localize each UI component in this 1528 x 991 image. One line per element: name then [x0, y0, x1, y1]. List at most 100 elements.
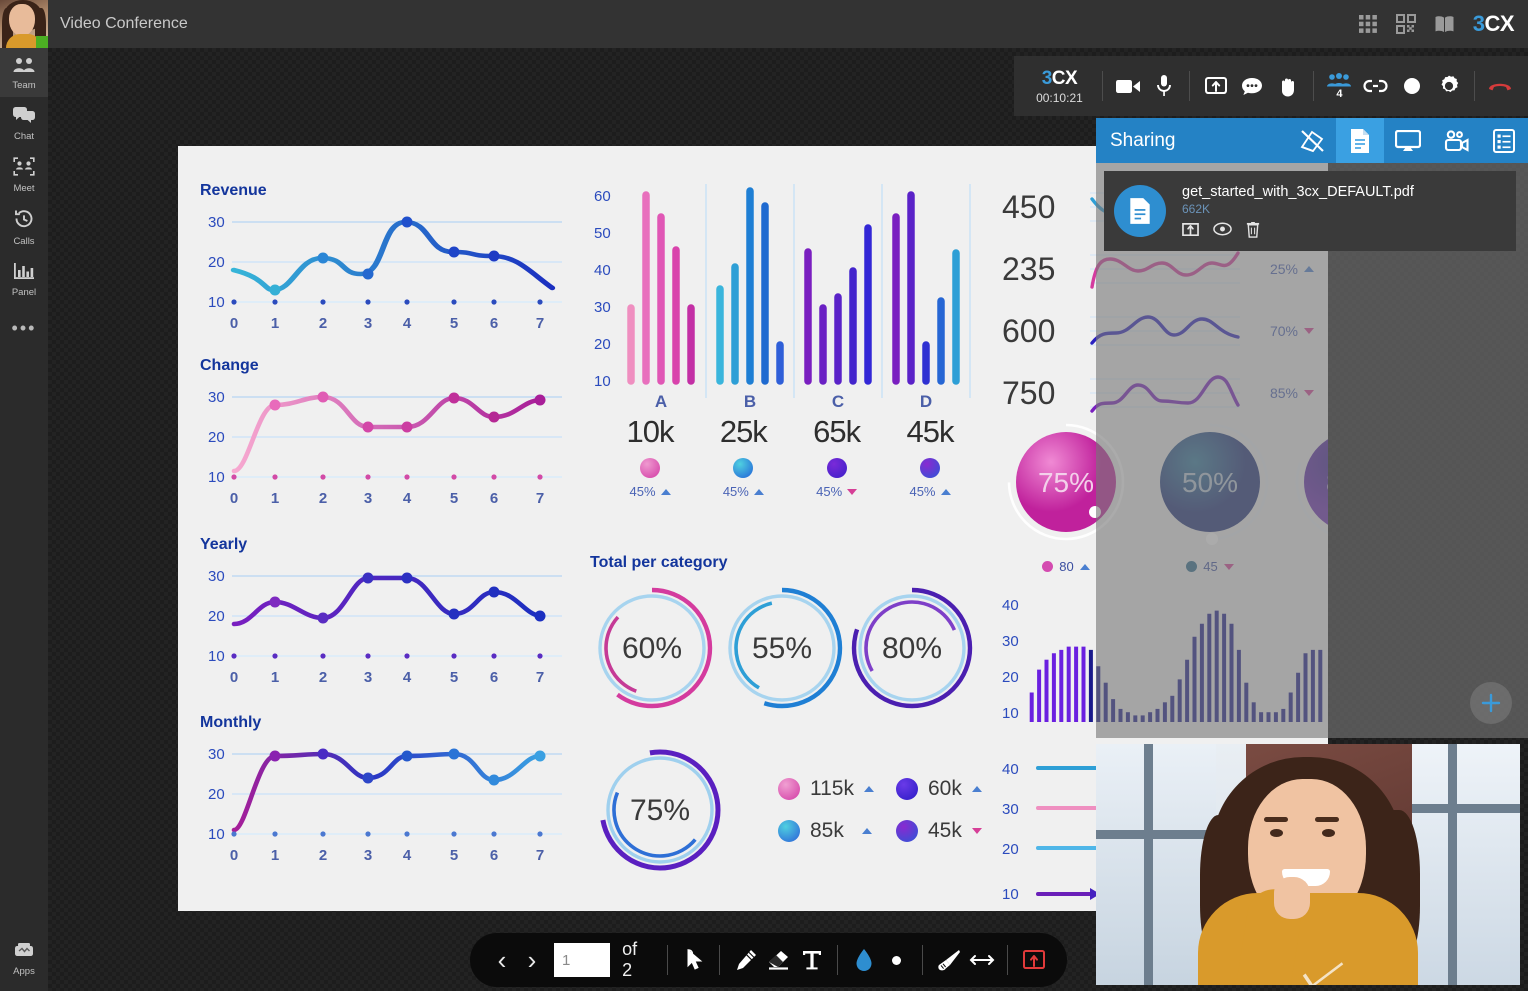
camera-button[interactable]: [1110, 64, 1146, 108]
svg-text:10: 10: [208, 294, 225, 311]
poll-tab[interactable]: [1480, 118, 1528, 163]
left-sidebar: Team Chat Meet: [0, 48, 48, 991]
file-meta: get_started_with_3cx_DEFAULT.pdf 662K: [1182, 184, 1414, 238]
pen-tool[interactable]: [730, 940, 761, 980]
sidebar-item-team[interactable]: Team: [0, 48, 48, 97]
fit-width-tool[interactable]: [966, 940, 997, 980]
kpi-dot: [920, 458, 940, 478]
sidebar-bottom: Apps: [0, 933, 48, 991]
svg-text:30: 30: [1002, 801, 1019, 818]
sharing-header: Sharing: [1096, 118, 1528, 163]
svg-text:20: 20: [208, 608, 225, 625]
brush-tool[interactable]: [933, 940, 964, 980]
svg-text:1: 1: [271, 490, 279, 507]
divider: [719, 945, 720, 975]
kpi-value: 65k: [791, 414, 883, 450]
apps-icon: [13, 942, 35, 964]
legend-dot: [778, 820, 800, 842]
preview-file-button[interactable]: [1213, 222, 1232, 238]
svg-text:6: 6: [490, 490, 498, 507]
panel-icon: [13, 262, 35, 285]
svg-text:2: 2: [319, 847, 327, 864]
kpi-change: 45%: [697, 484, 789, 499]
dot-icon: [892, 956, 901, 965]
trend-up-icon: [941, 489, 951, 495]
svg-text:10: 10: [208, 826, 225, 843]
svg-text:6: 6: [490, 669, 498, 686]
qr-code-icon[interactable]: [1396, 14, 1416, 34]
present-file-button[interactable]: [1182, 222, 1199, 238]
whiteboard-tab[interactable]: [1288, 118, 1336, 163]
prev-page-button[interactable]: ‹: [488, 942, 516, 978]
chart-title: Monthly: [200, 714, 570, 732]
top-bar-actions: 3CX: [1358, 11, 1528, 37]
raise-hand-button[interactable]: [1270, 64, 1306, 108]
svg-text:4: 4: [403, 669, 412, 686]
trend-up-icon: [864, 786, 874, 792]
sidebar-item-calls[interactable]: Calls: [0, 200, 48, 253]
svg-text:10: 10: [594, 373, 611, 390]
next-page-button[interactable]: ›: [518, 942, 546, 978]
delete-file-button[interactable]: [1246, 222, 1260, 238]
monitor-tab[interactable]: [1384, 118, 1432, 163]
microphone-button[interactable]: [1146, 64, 1182, 108]
participants-count: 4: [1336, 88, 1342, 100]
chart-title: Change: [200, 357, 570, 375]
svg-text:30: 30: [208, 389, 225, 406]
sidebar-item-panel[interactable]: Panel: [0, 253, 48, 304]
bar-group-label: A: [655, 392, 667, 411]
kpi-dot: [733, 458, 753, 478]
record-button[interactable]: [1394, 64, 1430, 108]
chart-yearly: Yearly 302010: [200, 536, 570, 699]
svg-text:20: 20: [208, 429, 225, 446]
divider: [1007, 945, 1008, 975]
ring-55: 55%: [719, 585, 845, 711]
sharing-panel: Sharing: [1096, 118, 1528, 738]
settings-button[interactable]: [1430, 64, 1466, 108]
sidebar-item-meet[interactable]: Meet: [0, 148, 48, 200]
divider: [1102, 71, 1103, 101]
cursor-tool[interactable]: [678, 940, 709, 980]
book-icon[interactable]: [1434, 14, 1455, 34]
svg-text:30: 30: [208, 568, 225, 585]
participant-video-tile[interactable]: [1096, 744, 1520, 985]
svg-text:5: 5: [450, 315, 458, 332]
add-content-button[interactable]: [1470, 682, 1512, 724]
eraser-tool[interactable]: [763, 940, 794, 980]
document-tab[interactable]: [1336, 118, 1384, 163]
present-tool[interactable]: [1018, 940, 1049, 980]
legend-value: 115k: [810, 777, 854, 801]
svg-text:7: 7: [536, 490, 544, 507]
svg-text:20: 20: [208, 254, 225, 271]
chat-button[interactable]: [1234, 64, 1270, 108]
sidebar-item-label: Chat: [14, 131, 34, 142]
sidebar-more-button[interactable]: •••: [12, 304, 37, 353]
kpi-value: 45k: [884, 414, 976, 450]
color-tool[interactable]: [848, 940, 879, 980]
kpi-dot: [640, 458, 660, 478]
sidebar-item-chat[interactable]: Chat: [0, 97, 48, 148]
text-tool[interactable]: [796, 940, 827, 980]
end-call-button[interactable]: [1482, 64, 1518, 108]
top-bar: Video Conference: [0, 0, 1528, 48]
apps-grid-icon[interactable]: [1358, 14, 1378, 34]
chart-grouped-bars: 605040 302010: [590, 176, 990, 416]
svg-text:20: 20: [208, 786, 225, 803]
section-title: Total per category: [590, 554, 990, 572]
bar-group-label: D: [920, 392, 932, 411]
participants-button[interactable]: 4: [1321, 64, 1357, 108]
stroke-size-tool[interactable]: [881, 940, 912, 980]
participant-person: [1182, 755, 1434, 985]
chart-monthly: Monthly 302010: [200, 714, 570, 877]
ring-80: 80%: [849, 585, 975, 711]
sidebar-item-apps[interactable]: Apps: [0, 933, 48, 983]
avatar[interactable]: [0, 0, 48, 48]
shared-file-card[interactable]: get_started_with_3cx_DEFAULT.pdf 662K: [1104, 171, 1516, 251]
page-number-input[interactable]: 1: [554, 943, 610, 977]
copy-link-button[interactable]: [1358, 64, 1394, 108]
trend-up-icon: [972, 786, 982, 792]
share-screen-button[interactable]: [1197, 64, 1233, 108]
video-camera-tab[interactable]: [1432, 118, 1480, 163]
team-icon: [13, 57, 35, 78]
call-brand: 3CX 00:10:21: [1024, 68, 1095, 105]
